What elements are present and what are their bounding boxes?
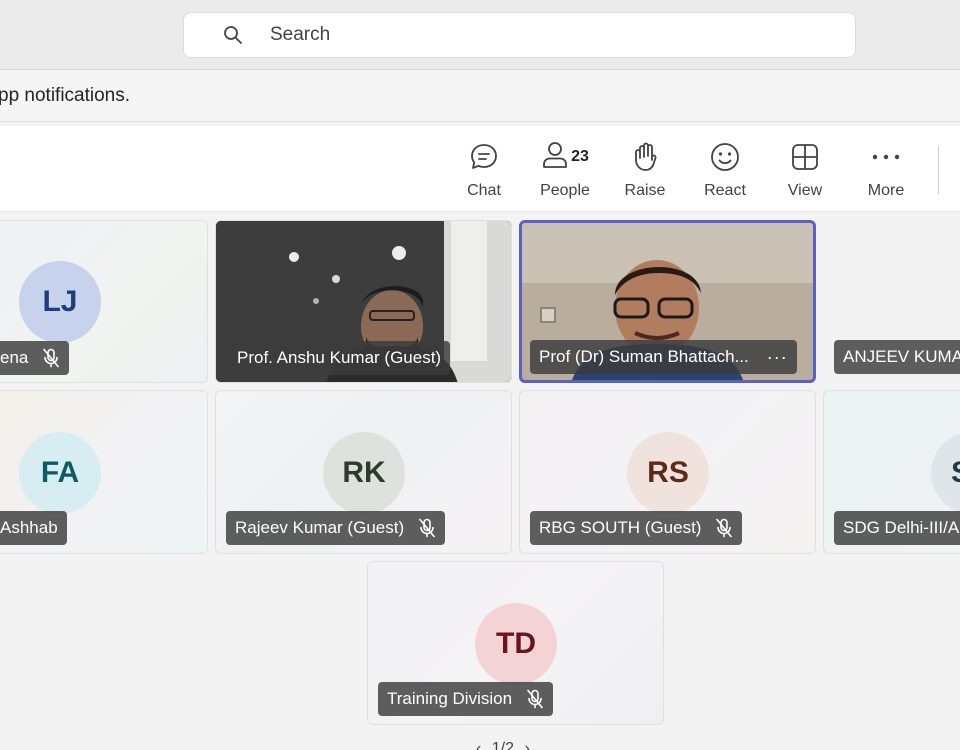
title-bar: Search — [0, 0, 960, 70]
avatar: RS — [627, 432, 709, 514]
react-label: React — [704, 182, 746, 199]
view-label: View — [787, 182, 823, 199]
participant-name: RBG SOUTH (Guest) — [539, 518, 702, 537]
notification-banner: pp notifications. — [0, 70, 960, 122]
mic-muted-icon — [526, 689, 544, 709]
participant-name-tag: RBG SOUTH (Guest) — [530, 511, 743, 545]
raise-label: Raise — [624, 182, 666, 199]
participant-name-tag: Rajeev Kumar (Guest) — [226, 511, 446, 545]
chat-label: Chat — [467, 182, 501, 199]
smiley-icon — [709, 140, 741, 174]
more-dots-icon — [871, 140, 901, 174]
participant-tile-lj[interactable]: LJ ena — [0, 220, 208, 383]
participant-tile-anshu-video[interactable]: Prof. Anshu Kumar (Guest) — [215, 220, 512, 383]
participant-name: Prof (Dr) Suman Bhattach... — [539, 347, 749, 366]
participant-tile-td[interactable]: TD Training Division — [367, 561, 664, 725]
people-icon — [541, 139, 569, 176]
avatar: TD — [475, 603, 557, 685]
more-label: More — [867, 182, 905, 199]
participant-tile-fa[interactable]: FA Ashhab — [0, 390, 208, 554]
raise-hand-button[interactable]: Raise — [610, 140, 680, 200]
pager-text: 1/2 — [491, 740, 515, 750]
avatar: LJ — [19, 261, 101, 343]
participant-name: Ashhab — [0, 518, 58, 537]
more-button[interactable]: More — [851, 140, 921, 200]
notification-text: pp notifications. — [0, 84, 131, 106]
people-count: 23 — [571, 148, 589, 165]
mic-muted-icon — [715, 518, 733, 538]
participant-tile-rk[interactable]: RK Rajeev Kumar (Guest) — [215, 390, 512, 554]
view-button[interactable]: View — [770, 140, 840, 200]
participant-tile-sdg[interactable]: S SDG Delhi-III/A — [823, 390, 960, 554]
participant-name: SDG Delhi-III/A — [843, 518, 960, 537]
participant-tile-rs[interactable]: RS RBG SOUTH (Guest) — [519, 390, 816, 554]
participant-name-tag: SDG Delhi-III/A — [834, 511, 960, 545]
participant-name-tag: ena — [0, 341, 70, 375]
participant-name-tag: Training Division — [378, 682, 554, 716]
participant-name: ena — [0, 348, 29, 367]
search-placeholder[interactable]: Search — [270, 24, 330, 46]
participant-name: Rajeev Kumar (Guest) — [235, 518, 405, 537]
people-icon-wrap: 23 — [541, 140, 589, 174]
react-button[interactable]: React — [690, 140, 760, 200]
gallery-pager[interactable]: ‹ 1/2 › — [476, 740, 530, 750]
people-label: People — [540, 182, 590, 199]
search-icon — [222, 24, 244, 46]
participant-name-tag: Prof. Anshu Kumar (Guest) — [228, 341, 451, 375]
avatar: RK — [323, 432, 405, 514]
participant-options-button[interactable]: ··· — [767, 347, 788, 368]
participant-name-tag-anjeev: ANJEEV KUMAR — [834, 340, 960, 374]
mic-muted-icon — [42, 348, 60, 368]
chat-icon — [468, 140, 500, 174]
chat-button[interactable]: Chat — [449, 140, 519, 200]
toolbar-divider — [938, 146, 939, 194]
participant-name-tag: Prof (Dr) Suman Bhattach... ··· — [530, 340, 797, 374]
search-box[interactable]: Search — [183, 12, 856, 58]
participant-name-tag: Ashhab — [0, 511, 67, 545]
participant-tile-suman-video[interactable]: Prof (Dr) Suman Bhattach... ··· — [519, 220, 816, 383]
pager-prev-icon[interactable]: ‹ — [476, 740, 481, 750]
participant-name: ANJEEV KUMAR — [843, 347, 960, 366]
pager-next-icon[interactable]: › — [524, 740, 529, 750]
mic-muted-icon — [418, 518, 436, 538]
meeting-toolbar: Chat 23 People Raise React View More — [0, 126, 960, 212]
hand-icon — [630, 140, 660, 174]
avatar: FA — [19, 432, 101, 514]
people-button[interactable]: 23 People — [527, 140, 603, 200]
participant-name: Prof. Anshu Kumar (Guest) — [237, 348, 442, 367]
avatar: S — [931, 432, 960, 514]
grid-view-icon — [790, 140, 820, 174]
participant-name: Training Division — [387, 689, 513, 708]
